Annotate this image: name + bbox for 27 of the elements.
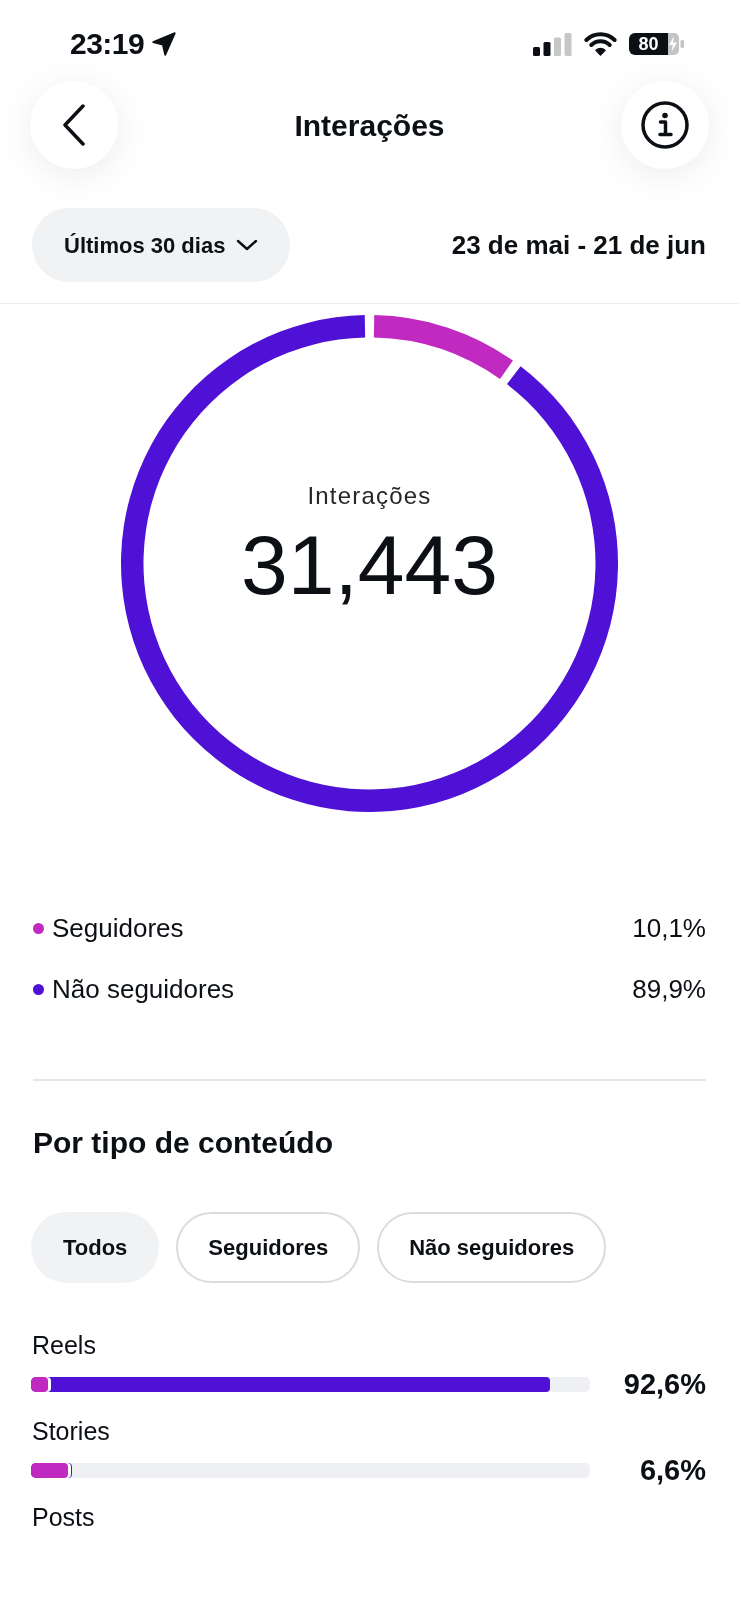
percentage-value: 92,6%	[623, 1366, 706, 1402]
content-type-label: Posts	[32, 1501, 95, 1533]
chart-center-label: Interações	[307, 481, 432, 511]
content-type-label: Stories	[32, 1415, 110, 1447]
legend-value: 89,9%	[632, 972, 706, 1006]
chevron-down-icon	[236, 239, 259, 251]
legend-label: Seguidores	[52, 911, 184, 945]
section-heading: Por tipo de conteúdo	[33, 1125, 333, 1161]
battery-charging-icon	[668, 33, 684, 55]
signal-icon	[533, 32, 572, 56]
date-range-text: 23 de mai - 21 de jun	[451, 228, 706, 262]
legend-label: Não seguidores	[52, 972, 235, 1006]
period-dropdown[interactable]: Últimos 30 dias	[32, 208, 291, 282]
status-time: 23:19	[70, 32, 145, 56]
filter-chip[interactable]: Não seguidores	[377, 1211, 607, 1283]
content-type-label: Reels	[32, 1329, 96, 1361]
battery-indicator: 80	[629, 33, 668, 55]
legend-value: 10,1%	[632, 911, 706, 945]
chevron-left-icon	[62, 104, 86, 146]
location-arrow-icon	[152, 32, 177, 56]
total-value: 31,443	[241, 520, 498, 610]
percentage-value: 6,6%	[639, 1452, 706, 1488]
info-icon	[641, 101, 689, 149]
page-title: Interações	[294, 107, 445, 144]
wifi-icon	[584, 32, 617, 56]
filter-chip[interactable]: Todos	[31, 1211, 160, 1283]
filter-chip[interactable]: Seguidores	[176, 1211, 361, 1283]
